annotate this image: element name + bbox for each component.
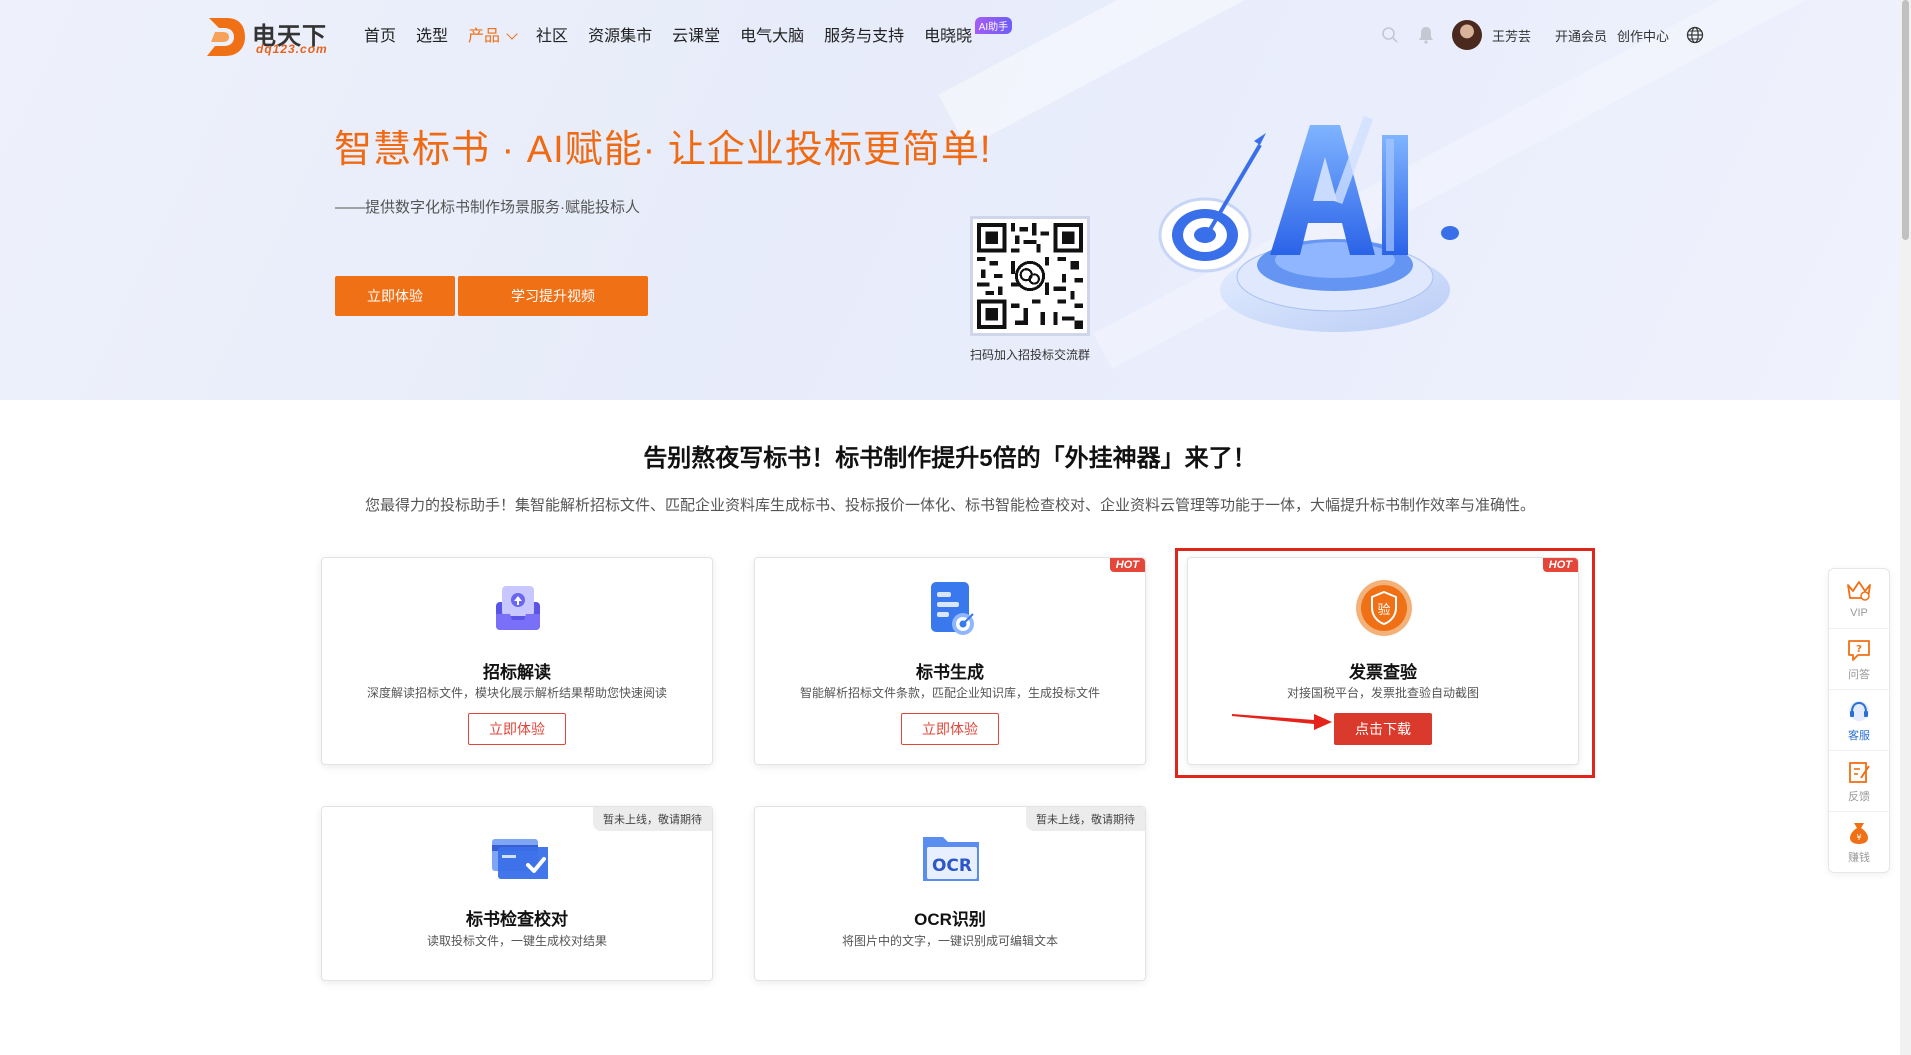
card-title: OCR识别 [914,910,986,929]
nav-selection[interactable]: 选型 [416,22,448,46]
ocr-icon-text: OCR [932,856,972,876]
crown-icon [1847,580,1871,601]
card-description: 智能解析招标文件条款，匹配企业知识库，生成投标文件 [799,686,1100,700]
coming-soon-badge: 暂未上线，敬请期待 [1026,807,1145,831]
coming-soon-badge: 暂未上线，敬请期待 [593,807,712,831]
sidebar-item-feedback[interactable]: 反馈 [1829,752,1889,812]
qr-code [970,216,1090,336]
sidebar-item-label: 反馈 [1848,790,1870,803]
nav-label: 电气大脑 [740,28,805,45]
top-header: 电天下 dq123.com 首页 选型 产品 社区 资源集市 云课堂 电气大脑 … [0,0,1900,70]
nav-dianxiaoxiao[interactable]: 电晓晓 AI助手 [924,17,1013,46]
money-bag-icon: ¥ [1850,823,1868,844]
search-icon[interactable] [1380,25,1400,45]
logo-domain: dq123.com [256,42,328,56]
bell-icon[interactable] [1416,25,1436,45]
avatar[interactable] [1452,20,1482,50]
nav-products[interactable]: 产品 [468,22,518,46]
highlight-box [1175,548,1595,778]
sidebar-item-vip[interactable]: VIP [1829,569,1889,629]
sidebar-item-service[interactable]: 客服 [1829,691,1889,751]
nav-home[interactable]: 首页 [364,22,396,46]
nav-label: 资源集市 [588,28,653,45]
nav-label: 云课堂 [672,28,721,45]
try-now-button[interactable]: 立即体验 [335,276,455,316]
sidebar-item-earn[interactable]: ¥ 赚钱 [1829,813,1889,873]
ocr-folder-icon: OCR [921,827,981,887]
section-title: 告别熬夜写标书！标书制作提升5倍的「外挂神器」来了！ [643,445,1257,472]
nav-label: 产品 [468,28,501,45]
credit-card-icon [488,827,548,887]
logo-d-icon [207,18,245,56]
nav-label: 选型 [416,28,449,45]
nav-community[interactable]: 社区 [536,22,568,46]
nav-cloud-classroom[interactable]: 云课堂 [672,22,720,46]
headset-icon [1849,700,1869,721]
card-description: 将图片中的文字，一键识别成可编辑文本 [841,934,1058,948]
hot-badge: HOT [1109,558,1145,572]
section-description: 您最得力的投标助手！集智能解析招标文件、匹配企业资料库生成标书、投标报价一体化、… [364,497,1535,514]
nav-service-support[interactable]: 服务与支持 [824,22,904,46]
sidebar-item-label: 客服 [1848,729,1870,742]
card-description: 读取投标文件，一键生成校对结果 [426,934,607,948]
page-scrollbar[interactable] [1900,0,1911,1055]
nav-label: 首页 [364,28,397,45]
hero-title: 智慧标书 · AI赋能· 让企业投标更简单! [334,129,992,171]
svg-text:?: ? [1856,644,1862,655]
open-membership-link[interactable]: 开通会员 [1555,26,1607,45]
document-target-icon [921,578,981,638]
main-nav: 首页 选型 产品 社区 资源集市 云课堂 电气大脑 服务与支持 电晓晓 AI助手 [364,17,1013,46]
card-title: 标书生成 [916,663,984,682]
try-now-button[interactable]: 立即体验 [468,713,566,745]
ai-illustration [1150,105,1490,345]
header-right: 王芳芸 开通会员 创作中心 [1380,18,1721,52]
nav-resource-market[interactable]: 资源集市 [588,22,652,46]
chevron-down-icon [506,28,518,40]
card-description: 深度解读招标文件，模块化展示解析结果帮助您快速阅读 [366,686,667,700]
sidebar-item-label: 问答 [1848,668,1870,681]
site-logo[interactable]: 电天下 dq123.com [205,16,335,58]
sidebar-item-label: 赚钱 [1848,852,1870,864]
inbox-upload-icon [488,578,548,638]
ai-assistant-badge: AI助手 [974,17,1013,34]
creator-center-link[interactable]: 创作中心 [1617,26,1669,45]
sidebar-item-qa[interactable]: ? 问答 [1829,630,1889,690]
user-name[interactable]: 王芳芸 [1492,26,1531,45]
hero-subtitle: ——提供数字化标书制作场景服务·赋能投标人 [335,199,640,216]
learning-video-button[interactable]: 学习提升视频 [458,276,648,316]
card-bid-analysis[interactable]: 招标解读 深度解读招标文件，模块化展示解析结果帮助您快速阅读 立即体验 [321,557,713,765]
card-bid-generation[interactable]: HOT 标书生成 智能解析招标文件条款，匹配企业知识库，生成投标文件 立即体验 [754,557,1146,765]
sidebar-item-label: VIP [1850,606,1868,619]
edit-icon [1849,761,1870,783]
nav-electric-brain[interactable]: 电气大脑 [740,22,804,46]
nav-label: 电晓晓 [924,28,973,45]
globe-icon[interactable] [1685,25,1705,45]
question-bubble-icon: ? [1848,639,1870,661]
nav-label: 服务与支持 [824,28,905,45]
nav-label: 社区 [536,28,569,45]
try-now-button[interactable]: 立即体验 [901,713,999,745]
qr-caption: 扫码加入招投标交流群 [969,348,1090,362]
card-bid-proofreading[interactable]: 暂未上线，敬请期待 标书检查校对 读取投标文件，一键生成校对结果 [321,806,713,981]
side-toolbar: VIP ? 问答 客服 反馈 ¥ 赚钱 [1828,568,1890,873]
card-ocr[interactable]: 暂未上线，敬请期待 OCR OCR识别 将图片中的文字，一键识别成可编辑文本 [754,806,1146,981]
card-title: 标书检查校对 [466,910,568,929]
scrollbar-thumb[interactable] [1902,0,1909,240]
svg-text:¥: ¥ [1856,833,1861,842]
red-arrow-icon [1232,714,1332,730]
card-title: 招标解读 [483,663,551,682]
